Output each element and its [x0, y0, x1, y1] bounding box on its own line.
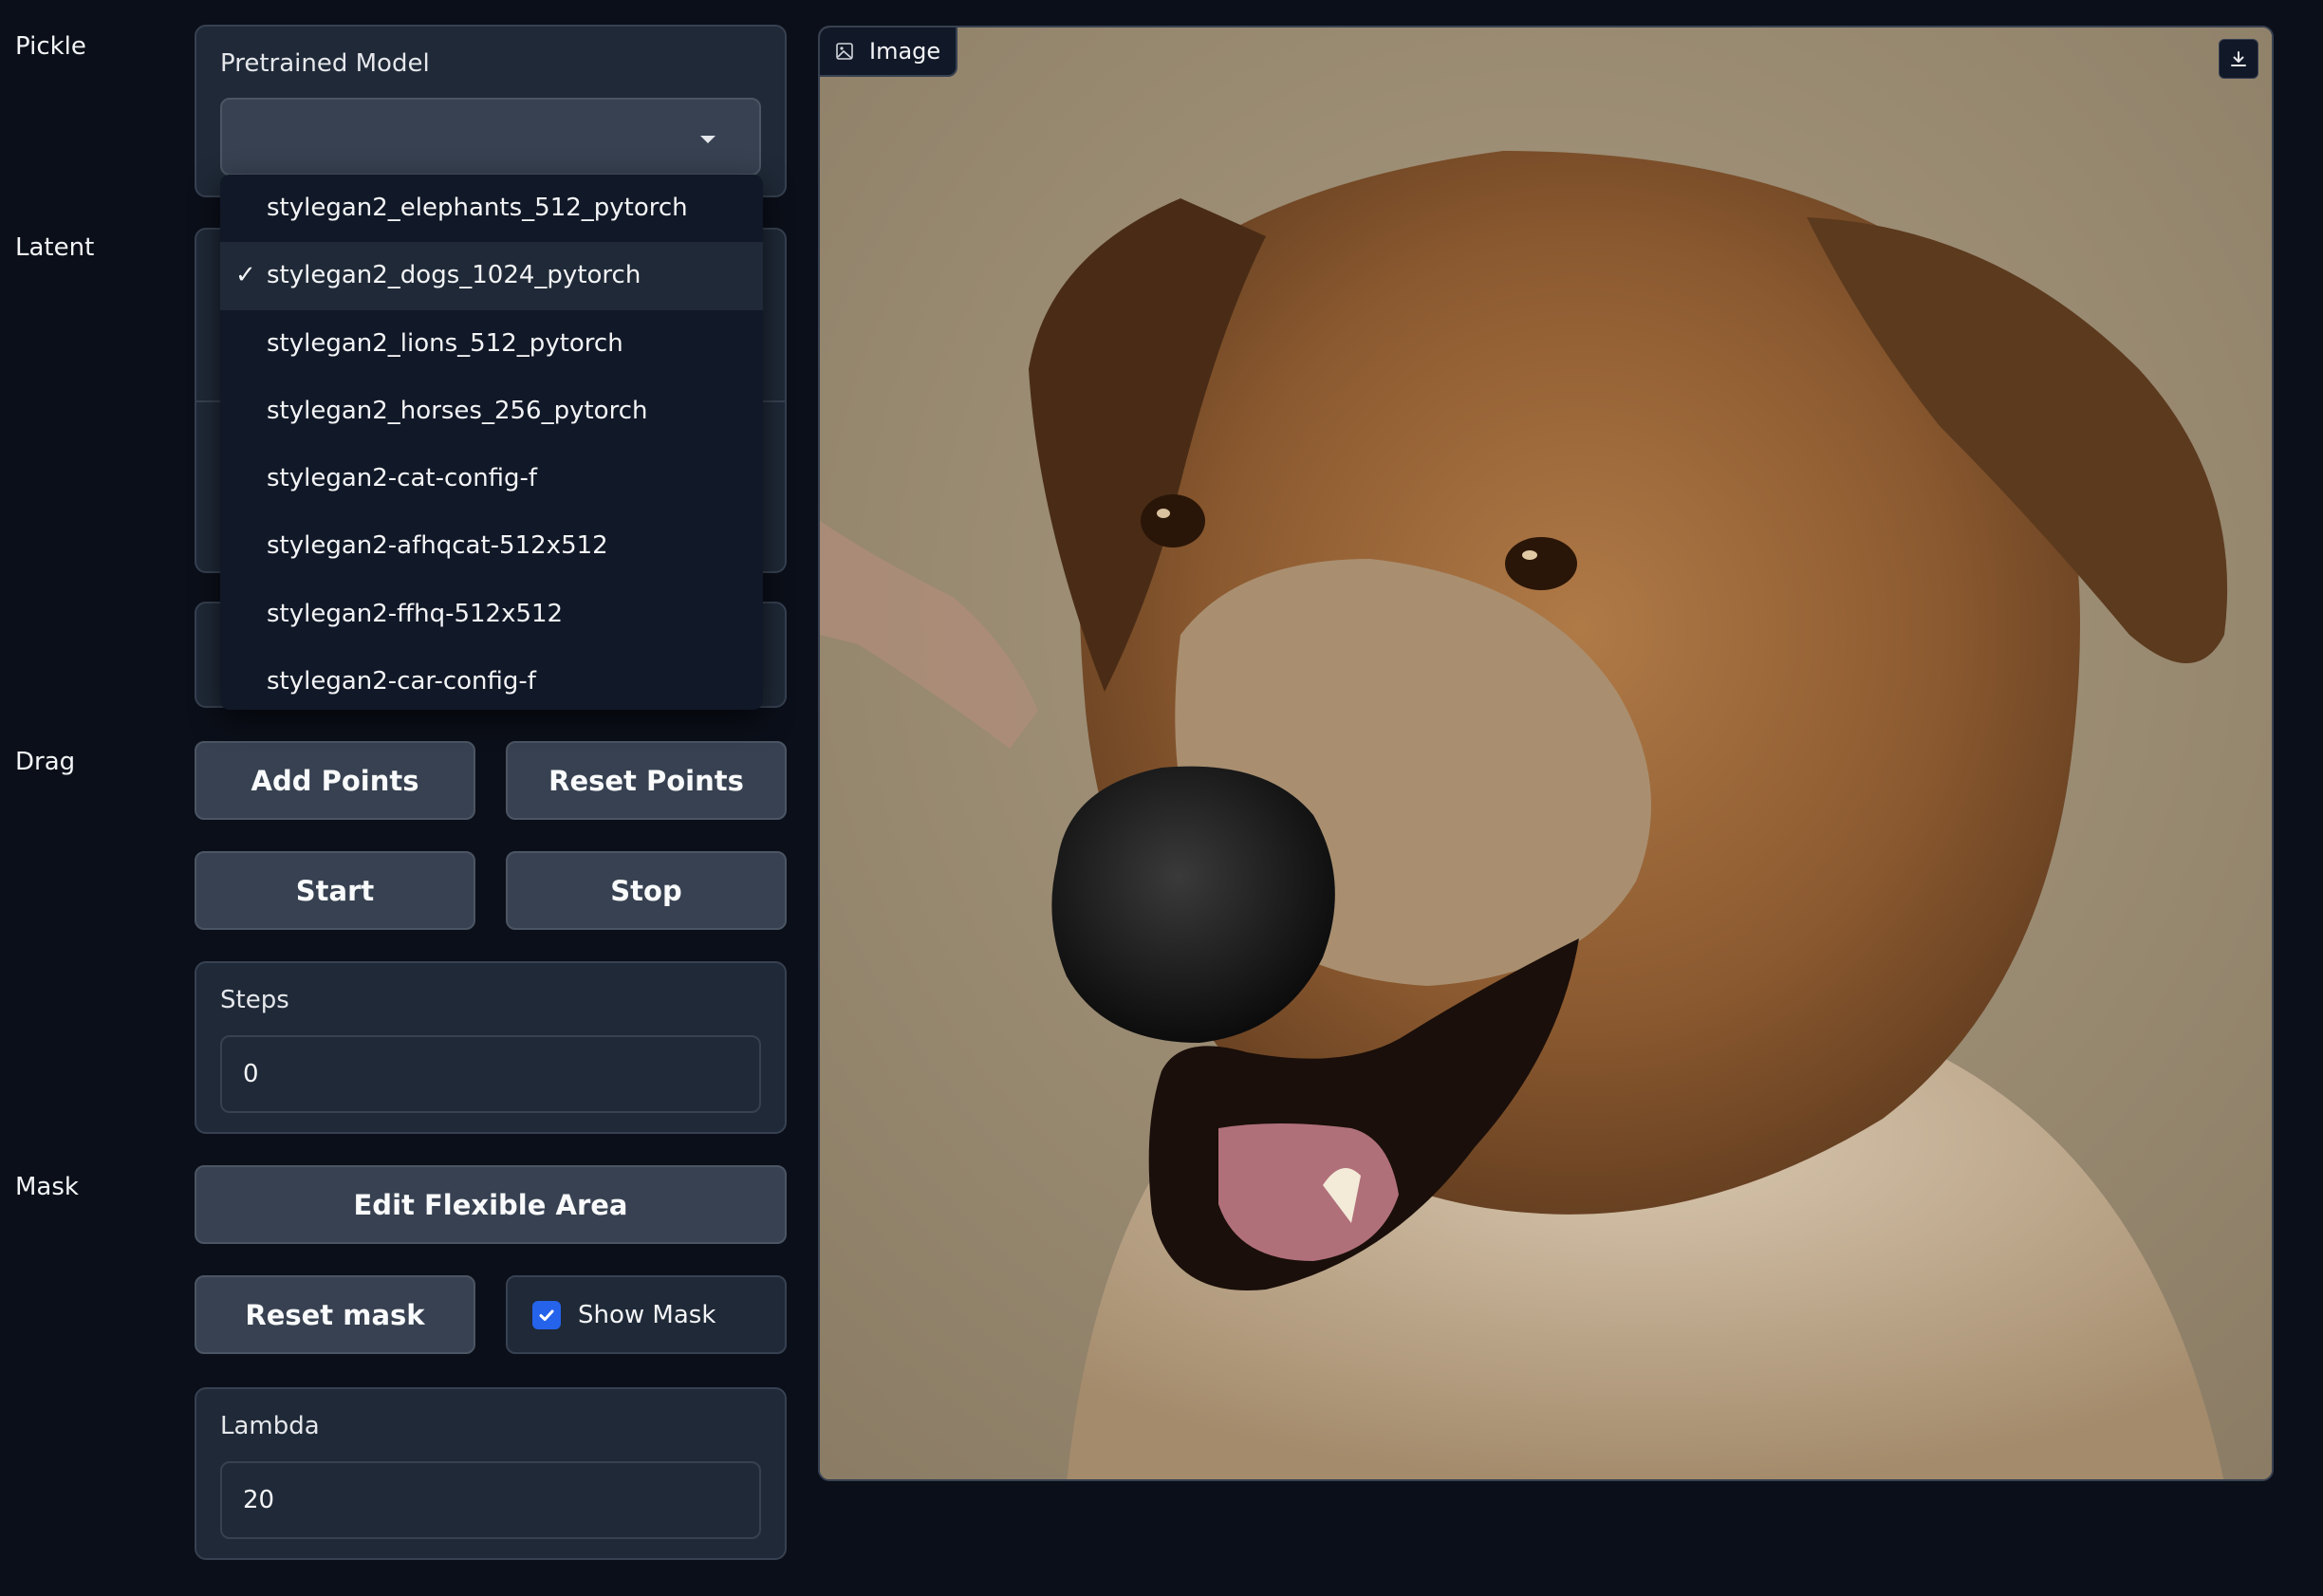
dropdown-option-label: stylegan2_dogs_1024_pytorch: [267, 261, 641, 290]
app-root: Pickle Latent Drag Mask Pretrained Model…: [0, 0, 2323, 1596]
start-button[interactable]: Start: [195, 851, 475, 930]
lambda-label: Lambda: [220, 1412, 320, 1440]
pretrained-model-label: Pretrained Model: [220, 49, 430, 78]
lambda-input[interactable]: 20: [220, 1461, 761, 1539]
section-label-pickle: Pickle: [15, 32, 86, 61]
checkmark-icon: ✓: [235, 261, 256, 290]
download-button[interactable]: [2219, 39, 2258, 79]
pretrained-model-panel: Pretrained Model: [195, 25, 787, 197]
steps-value: 0: [243, 1060, 259, 1088]
show-mask-toggle[interactable]: Show Mask: [506, 1275, 787, 1354]
lambda-value: 20: [243, 1486, 275, 1514]
reset-points-button[interactable]: Reset Points: [506, 741, 787, 820]
image-icon: [836, 43, 853, 60]
dog-photo: [820, 28, 2272, 1479]
lambda-panel: Lambda 20: [195, 1387, 787, 1560]
image-tag-label: Image: [869, 38, 941, 65]
steps-input[interactable]: 0: [220, 1035, 761, 1113]
check-icon: [539, 1309, 554, 1321]
dropdown-option-selected[interactable]: ✓ stylegan2_dogs_1024_pytorch: [220, 242, 763, 310]
pretrained-model-select[interactable]: [220, 98, 761, 176]
add-points-button[interactable]: Add Points: [195, 741, 475, 820]
dropdown-option[interactable]: stylegan2_lions_512_pytorch: [220, 310, 763, 378]
show-mask-checkbox[interactable]: [532, 1300, 561, 1329]
dropdown-option[interactable]: stylegan2_horses_256_pytorch: [220, 378, 763, 445]
download-icon: [2231, 51, 2246, 66]
dropdown-option[interactable]: stylegan2_elephants_512_pytorch: [220, 175, 763, 242]
show-mask-label: Show Mask: [578, 1300, 716, 1329]
image-panel[interactable]: Image: [818, 26, 2274, 1481]
stop-button[interactable]: Stop: [506, 851, 787, 930]
dropdown-option[interactable]: stylegan2-afhqcat-512x512: [220, 512, 763, 580]
dropdown-option[interactable]: stylegan2-cat-config-f: [220, 445, 763, 512]
section-label-mask: Mask: [15, 1173, 79, 1201]
steps-panel: Steps 0: [195, 961, 787, 1134]
pretrained-model-dropdown: stylegan2_elephants_512_pytorch ✓ styleg…: [220, 175, 763, 710]
edit-flexible-area-button[interactable]: Edit Flexible Area: [195, 1165, 787, 1244]
dropdown-option[interactable]: stylegan2-car-config-f: [220, 648, 763, 710]
reset-mask-button[interactable]: Reset mask: [195, 1275, 475, 1354]
steps-label: Steps: [220, 986, 289, 1014]
dropdown-option[interactable]: stylegan2-ffhq-512x512: [220, 581, 763, 648]
caret-down-icon: [700, 136, 715, 143]
section-label-drag: Drag: [15, 748, 76, 776]
image-tag: Image: [820, 28, 958, 77]
section-label-latent: Latent: [15, 233, 95, 262]
